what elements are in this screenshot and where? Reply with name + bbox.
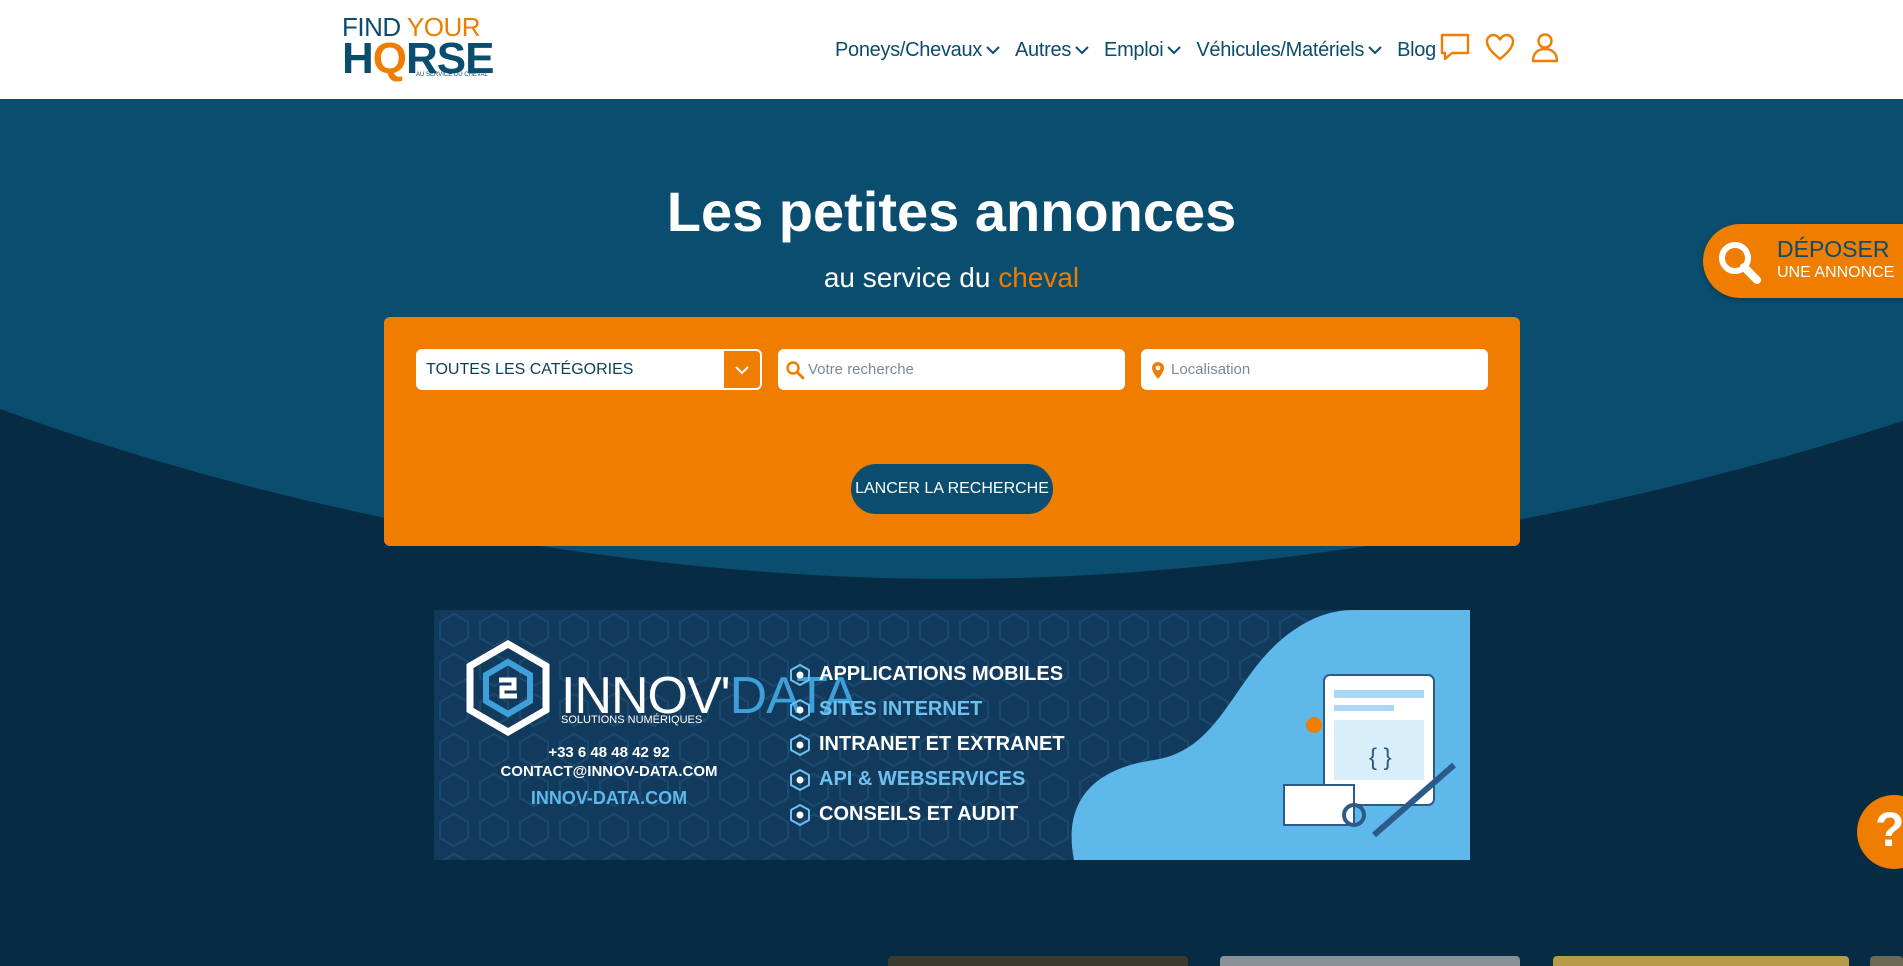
listing-card-thumbnail[interactable]: [1220, 956, 1520, 966]
magnifier-icon: [1719, 242, 1761, 284]
ad-banner[interactable]: { } INNOV'DATA SOLUTIONS NUMÉRIQUES +33 …: [434, 610, 1470, 860]
location-pin-icon: [1141, 360, 1171, 380]
heart-icon[interactable]: [1483, 30, 1517, 64]
banner-services-list: APPLICATIONS MOBILES SITES INTERNET INTR…: [789, 657, 1065, 832]
hex-bullet-icon: [790, 733, 810, 756]
listing-card-thumbnail[interactable]: [1553, 956, 1849, 966]
list-item: SITES INTERNET: [789, 692, 1065, 727]
search-icon: [778, 360, 808, 380]
hex-bullet-icon: [790, 698, 810, 721]
hex-bullet-icon: [790, 663, 810, 686]
post-ad-button[interactable]: DÉPOSER UNE ANNONCE: [1703, 224, 1903, 298]
hex-bullet-icon: [790, 803, 810, 826]
main-nav: Poneys/Chevaux Autres Emploi Véhicules/M…: [835, 36, 1450, 64]
banner-phone: +33 6 48 48 42 92: [548, 744, 670, 761]
chevron-down-icon: [1368, 46, 1382, 55]
list-item: API & WEBSERVICES: [789, 762, 1065, 797]
user-icon[interactable]: [1528, 30, 1562, 64]
list-item: CONSEILS ET AUDIT: [789, 797, 1065, 832]
hex-bullet-icon: [790, 768, 810, 791]
location-field: [1141, 349, 1488, 390]
svg-text:{ }: { }: [1369, 744, 1392, 771]
logo-tagline: AU SERVICE DU CHEVAL: [416, 72, 488, 78]
site-header: FIND YOUR HQRSE AU SERVICE DU CHEVAL Pon…: [0, 0, 1903, 99]
innov-data-logo-icon: [466, 640, 550, 736]
chevron-down-icon: [986, 46, 1000, 55]
chat-icon[interactable]: [1438, 30, 1472, 64]
listing-card-thumbnail[interactable]: [1870, 956, 1903, 966]
chevron-down-icon[interactable]: [724, 351, 760, 388]
list-item: INTRANET ET EXTRANET: [789, 727, 1065, 762]
banner-website: INNOV-DATA.COM: [530, 788, 688, 808]
logo[interactable]: FIND YOUR HQRSE AU SERVICE DU CHEVAL: [342, 12, 495, 86]
search-submit-button[interactable]: LANCER LA RECHERCHE: [851, 464, 1053, 514]
question-mark-icon: ?: [1875, 804, 1903, 857]
category-select[interactable]: TOUTES LES CATÉGORIES: [416, 349, 762, 390]
location-input[interactable]: [1171, 349, 1488, 390]
nav-item-poneys-chevaux[interactable]: Poneys/Chevaux: [835, 39, 1001, 62]
help-button[interactable]: ?: [1857, 795, 1903, 869]
nav-item-autres[interactable]: Autres: [1015, 39, 1090, 62]
banner-brand-subtitle: SOLUTIONS NUMÉRIQUES: [561, 714, 703, 726]
banner-email: CONTACT@INNOV-DATA.COM: [500, 763, 718, 780]
nav-item-vehicules-materiels[interactable]: Véhicules/Matériels: [1196, 39, 1383, 62]
category-select-value: TOUTES LES CATÉGORIES: [426, 360, 634, 378]
hero-title: Les petites annonces: [666, 180, 1237, 243]
listing-card-thumbnail[interactable]: [888, 956, 1188, 966]
chevron-down-icon: [1167, 46, 1182, 55]
nav-item-blog[interactable]: Blog: [1397, 39, 1436, 62]
post-ad-label-1: DÉPOSER: [1777, 236, 1890, 262]
chevron-down-icon: [1075, 46, 1089, 55]
post-ad-label-2: UNE ANNONCE: [1777, 264, 1895, 281]
list-item: APPLICATIONS MOBILES: [789, 657, 1065, 692]
hero-subtitle: au service du cheval: [823, 262, 1080, 293]
header-icons: [1438, 30, 1573, 64]
search-panel: TOUTES LES CATÉGORIES LANCER LA RECHERCH…: [384, 317, 1520, 546]
search-field: [778, 349, 1125, 390]
search-input[interactable]: [808, 349, 1125, 390]
nav-item-emploi[interactable]: Emploi: [1104, 39, 1182, 62]
